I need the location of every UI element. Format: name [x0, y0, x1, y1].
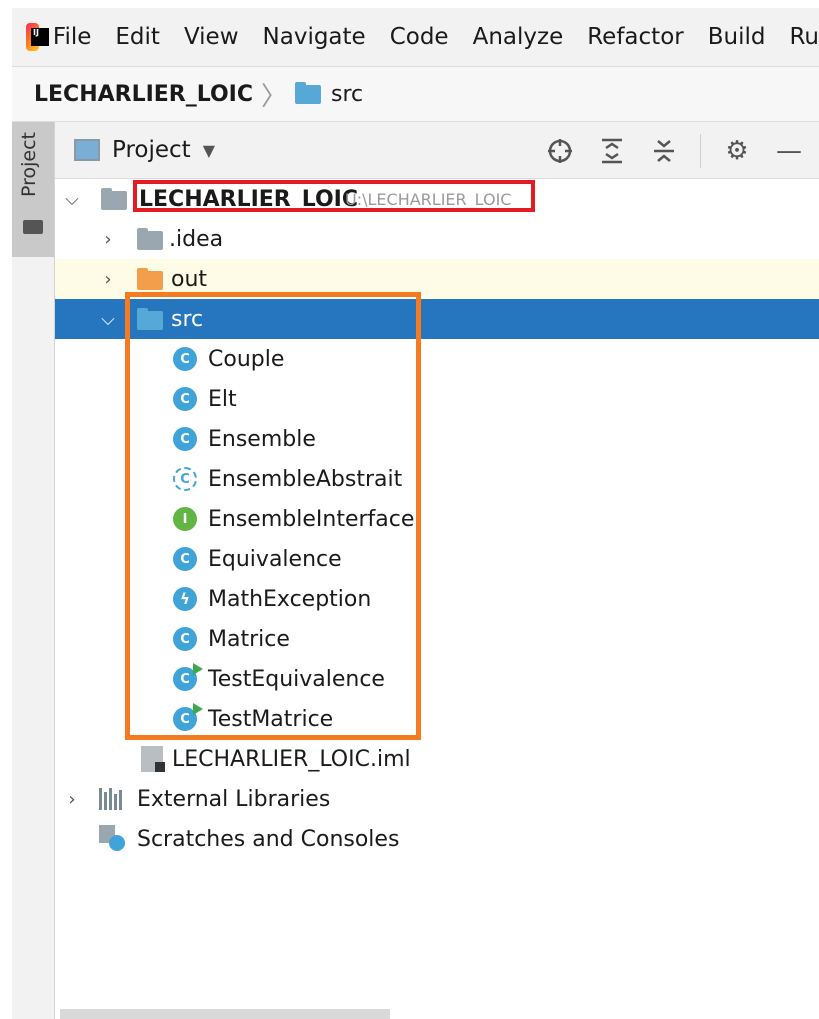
tree-row-external-libraries[interactable]: › External Libraries [55, 779, 819, 819]
menu-run[interactable]: Ru [789, 24, 819, 50]
tree-label-iml: LECHARLIER_LOIC.iml [172, 746, 411, 772]
menu-navigate[interactable]: Navigate [263, 24, 366, 50]
chevron-down-icon[interactable]: ▼ [203, 141, 215, 160]
breadcrumb: LECHARLIER_LOIC 〉 src [12, 67, 819, 122]
project-view-icon [74, 139, 100, 161]
project-panel-header: Project ▼ ⚙ — [55, 122, 819, 179]
breadcrumb-src[interactable]: src [331, 82, 363, 107]
project-tool-tab[interactable]: Project [12, 122, 54, 257]
project-panel: Project ▼ ⚙ — ⌵ LECHARLIER_LOIC U:\LECHA… [55, 122, 819, 1019]
module-file-icon [141, 746, 165, 772]
project-view-selector[interactable]: Project [112, 137, 191, 163]
locate-icon[interactable] [544, 135, 576, 167]
tree-label-external-libraries: External Libraries [137, 786, 331, 812]
intellij-logo-icon: IJ [26, 23, 49, 51]
folder-icon [295, 81, 322, 104]
library-icon [99, 788, 122, 810]
chevron-right-icon[interactable]: › [99, 269, 117, 290]
annotation-red-box [133, 180, 535, 212]
toolbar-divider [700, 134, 701, 168]
tree-label-scratches: Scratches and Consoles [137, 826, 400, 852]
breadcrumb-separator-icon: 〉 [261, 81, 288, 112]
project-tool-tab-label: Project [18, 132, 40, 198]
gear-icon[interactable]: ⚙ [721, 135, 753, 167]
menu-build[interactable]: Build [708, 24, 766, 50]
left-tool-strip: Project [12, 122, 55, 1019]
horizontal-scrollbar[interactable] [60, 1009, 390, 1019]
menu-file[interactable]: File [53, 24, 92, 50]
tree-row-idea[interactable]: › .idea [55, 219, 819, 259]
minimize-icon[interactable]: — [773, 135, 805, 167]
tree-row-iml[interactable]: LECHARLIER_LOIC.iml [55, 739, 819, 779]
folder-icon [23, 220, 43, 234]
tree-row-scratches[interactable]: Scratches and Consoles [55, 819, 819, 859]
menu-code[interactable]: Code [390, 24, 449, 50]
menu-bar: IJ File Edit View Navigate Code Analyze … [12, 8, 819, 67]
folder-icon [137, 268, 163, 290]
collapse-all-icon[interactable] [648, 135, 680, 167]
chevron-down-icon[interactable]: ⌵ [99, 309, 117, 330]
tree-label-idea: .idea [169, 226, 224, 252]
panel-toolbar: ⚙ — [524, 134, 805, 168]
tree-label-out: out [171, 266, 208, 292]
breadcrumb-project[interactable]: LECHARLIER_LOIC [34, 82, 253, 107]
chevron-right-icon[interactable]: › [63, 789, 81, 810]
menu-view[interactable]: View [184, 24, 239, 50]
module-folder-icon [101, 188, 127, 210]
scratches-icon [99, 825, 125, 851]
menu-analyze[interactable]: Analyze [473, 24, 564, 50]
chevron-down-icon[interactable]: ⌵ [63, 189, 81, 210]
chevron-right-icon[interactable]: › [99, 229, 117, 250]
folder-icon [137, 228, 163, 250]
menu-edit[interactable]: Edit [115, 24, 160, 50]
annotation-orange-box [125, 292, 421, 740]
menu-refactor[interactable]: Refactor [587, 24, 683, 50]
expand-all-icon[interactable] [596, 135, 628, 167]
